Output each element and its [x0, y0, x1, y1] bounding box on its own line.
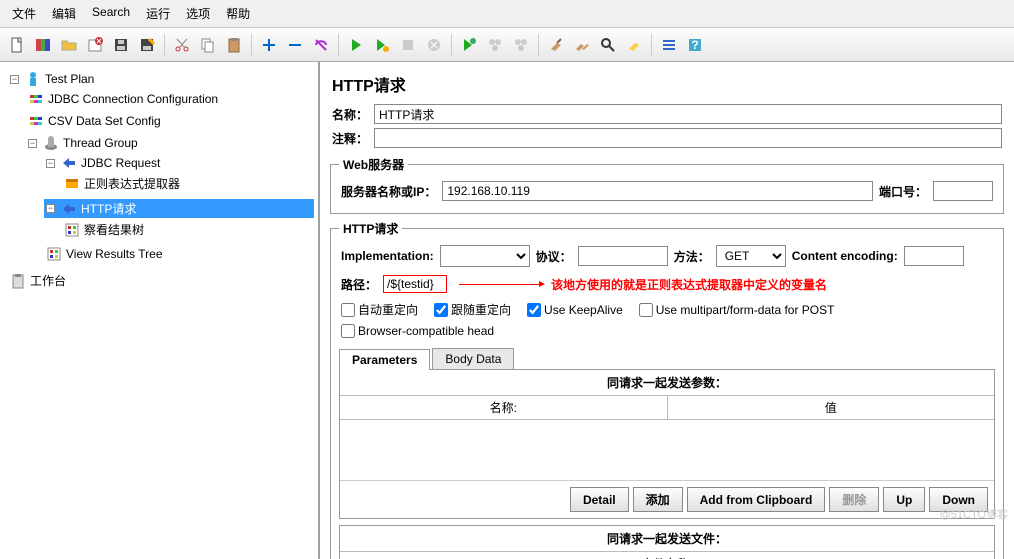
- detail-button[interactable]: Detail: [570, 487, 629, 512]
- cenc-input[interactable]: [904, 246, 964, 266]
- menu-search[interactable]: Search: [84, 2, 138, 25]
- comment-label: 注释：: [332, 130, 374, 147]
- add-clipboard-button[interactable]: Add from Clipboard: [687, 487, 826, 512]
- remote-start-icon[interactable]: [457, 33, 481, 57]
- new-file-icon[interactable]: [5, 33, 29, 57]
- templates-icon[interactable]: [31, 33, 55, 57]
- col-name: 名称:: [340, 396, 668, 420]
- params-table-body[interactable]: [340, 420, 994, 480]
- web-server-group: Web服务器 服务器名称或IP： 端口号：: [330, 156, 1004, 214]
- test-plan-tree[interactable]: −Test Plan JDBC Connection Configuration…: [0, 62, 320, 559]
- svg-text:?: ?: [691, 38, 698, 52]
- arrow-icon: [459, 284, 539, 285]
- toolbar: ?: [0, 28, 1014, 62]
- path-label: 路径：: [341, 276, 377, 293]
- tree-test-plan[interactable]: −Test Plan: [8, 70, 314, 88]
- up-button[interactable]: Up: [883, 487, 925, 512]
- chk-auto-redirect[interactable]: 自动重定向: [341, 301, 418, 318]
- save-icon[interactable]: [109, 33, 133, 57]
- comment-input[interactable]: [374, 128, 1002, 148]
- cut-icon[interactable]: [170, 33, 194, 57]
- tree-workbench[interactable]: 工作台: [8, 271, 314, 290]
- col-filename: 文件名称:: [340, 552, 994, 559]
- toggle-icon[interactable]: [309, 33, 333, 57]
- stop-icon[interactable]: [396, 33, 420, 57]
- remote-start-all-icon[interactable]: [483, 33, 507, 57]
- chk-browser-compat[interactable]: Browser-compatible head: [341, 324, 494, 338]
- chk-keepalive[interactable]: Use KeepAlive: [527, 303, 623, 317]
- remote-stop-icon[interactable]: [509, 33, 533, 57]
- clear-all-icon[interactable]: [570, 33, 594, 57]
- tree-jdbc-request[interactable]: −JDBC Request: [44, 154, 314, 172]
- chk-multipart[interactable]: Use multipart/form-data for POST: [639, 303, 835, 317]
- tree-http-request[interactable]: −HTTP请求: [44, 199, 314, 218]
- http-request-legend: HTTP请求: [339, 220, 402, 237]
- tree-regex-extractor[interactable]: 正则表达式提取器: [62, 174, 314, 193]
- collapse-icon[interactable]: [283, 33, 307, 57]
- cenc-label: Content encoding:: [792, 249, 898, 263]
- menu-run[interactable]: 运行: [138, 2, 178, 25]
- start-icon[interactable]: [344, 33, 368, 57]
- delete-button[interactable]: 删除: [829, 487, 879, 512]
- add-button[interactable]: 添加: [633, 487, 683, 512]
- web-server-legend: Web服务器: [339, 156, 408, 173]
- menu-file[interactable]: 文件: [4, 2, 44, 25]
- server-input[interactable]: [442, 181, 873, 201]
- port-label: 端口号：: [879, 183, 927, 200]
- menu-edit[interactable]: 编辑: [44, 2, 84, 25]
- menu-bar: 文件 编辑 Search 运行 选项 帮助: [0, 0, 1014, 28]
- shutdown-icon[interactable]: [422, 33, 446, 57]
- tab-parameters[interactable]: Parameters: [339, 349, 430, 370]
- menu-help[interactable]: 帮助: [218, 2, 258, 25]
- expand-icon[interactable]: [257, 33, 281, 57]
- clear-icon[interactable]: [544, 33, 568, 57]
- chk-follow-redirect[interactable]: 跟随重定向: [434, 301, 511, 318]
- files-table-head: 同请求一起发送文件：: [340, 526, 994, 552]
- col-value: 值: [668, 396, 995, 420]
- tree-jdbc-conn[interactable]: JDBC Connection Configuration: [26, 90, 314, 108]
- method-label: 方法：: [674, 248, 710, 265]
- search-tree-icon[interactable]: [596, 33, 620, 57]
- paste-icon[interactable]: [222, 33, 246, 57]
- impl-select[interactable]: [440, 245, 530, 267]
- tree-view-results-1[interactable]: 察看结果树: [62, 220, 314, 239]
- start-no-pause-icon[interactable]: [370, 33, 394, 57]
- open-icon[interactable]: [57, 33, 81, 57]
- panel-title: HTTP请求: [320, 62, 1014, 102]
- port-input[interactable]: [933, 181, 993, 201]
- save-as-icon[interactable]: [135, 33, 159, 57]
- tab-body-data[interactable]: Body Data: [432, 348, 514, 369]
- path-input[interactable]: [383, 275, 447, 293]
- name-label: 名称：: [332, 106, 374, 123]
- name-input[interactable]: [374, 104, 1002, 124]
- menu-options[interactable]: 选项: [178, 2, 218, 25]
- params-table-head: 同请求一起发送参数：: [340, 370, 994, 396]
- protocol-label: 协议：: [536, 248, 572, 265]
- tree-thread-group[interactable]: −Thread Group: [26, 134, 314, 152]
- close-icon[interactable]: [83, 33, 107, 57]
- http-request-group: HTTP请求 Implementation: 协议： 方法： GET Conte…: [330, 220, 1004, 559]
- annotation-text: 该地方使用的就是正则表达式提取器中定义的变量名: [551, 276, 827, 293]
- help-icon[interactable]: ?: [683, 33, 707, 57]
- reset-search-icon[interactable]: [622, 33, 646, 57]
- tree-csv[interactable]: CSV Data Set Config: [26, 112, 314, 130]
- tree-view-results-2[interactable]: View Results Tree: [44, 245, 314, 263]
- impl-label: Implementation:: [341, 249, 434, 263]
- method-select[interactable]: GET: [716, 245, 786, 267]
- files-table: 同请求一起发送文件： 文件名称:: [339, 525, 995, 559]
- watermark: @51CTO博客: [940, 506, 1008, 522]
- server-label: 服务器名称或IP：: [341, 183, 436, 200]
- function-helper-icon[interactable]: [657, 33, 681, 57]
- protocol-input[interactable]: [578, 246, 668, 266]
- copy-icon[interactable]: [196, 33, 220, 57]
- params-table: 同请求一起发送参数： 名称: 值 Detail 添加 Add from Clip…: [339, 370, 995, 519]
- editor-panel: HTTP请求 名称： 注释： Web服务器 服务器名称或IP： 端口号： HTT…: [320, 62, 1014, 559]
